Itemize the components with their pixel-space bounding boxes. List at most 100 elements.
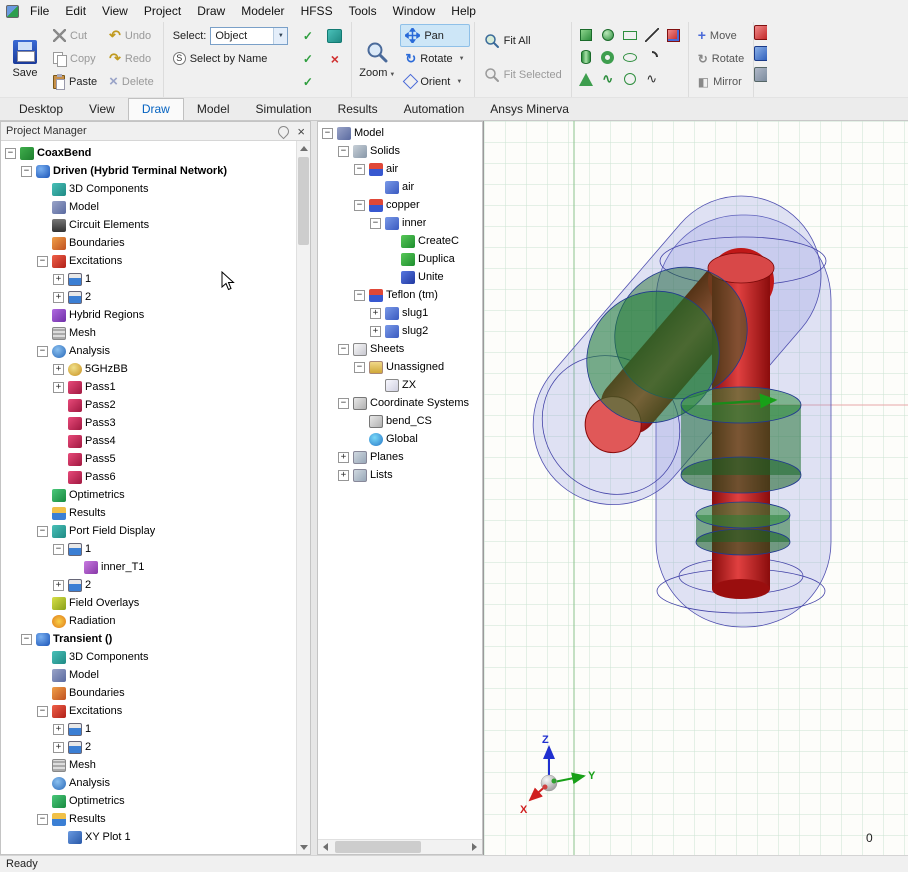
project-tree-item-2[interactable]: +2 [1,576,296,594]
expand-toggle[interactable]: + [53,580,64,591]
draw-torus-button[interactable] [598,46,618,68]
tab-model[interactable]: Model [184,99,243,120]
collapse-toggle[interactable]: − [21,166,32,177]
tab-ansys-minerva[interactable]: Ansys Minerva [477,99,582,120]
project-tree-item-5ghzbb[interactable]: +5GHzBB [1,360,296,378]
expand-toggle[interactable]: + [53,382,64,393]
orient-button[interactable]: Orient [400,70,469,93]
collapse-toggle[interactable]: − [354,164,365,175]
collapse-toggle[interactable]: − [338,344,349,355]
check-button-1[interactable] [295,24,320,47]
scroll-left-arrow[interactable] [318,840,333,855]
teflon-disk[interactable] [696,502,790,555]
project-tree-item-1[interactable]: −1 [1,540,296,558]
project-tree-item-circuit-elements[interactable]: Circuit Elements [1,216,296,234]
check-button-3[interactable] [295,70,320,93]
menu-project[interactable]: Project [136,1,189,21]
project-tree-item-xy-plot-1[interactable]: XY Plot 1 [1,828,296,846]
project-tree-item-pass1[interactable]: +Pass1 [1,378,296,396]
expand-toggle[interactable]: + [370,308,381,319]
draw-line-button[interactable] [642,24,662,46]
model-tree-item-bend-cs[interactable]: bend_CS [318,412,482,430]
project-tree-item-excitations[interactable]: −Excitations [1,702,296,720]
model-tree-item-slug2[interactable]: +slug2 [318,322,482,340]
project-tree-item-driven-hybrid-terminal-network-[interactable]: −Driven (Hybrid Terminal Network) [1,162,296,180]
close-panel-icon[interactable] [297,126,305,137]
model-tree-item-air[interactable]: −air [318,160,482,178]
scroll-up-arrow[interactable] [297,141,310,155]
project-tree-scrollbar[interactable] [296,141,310,854]
menu-draw[interactable]: Draw [189,1,233,21]
draw-cylinder-button[interactable] [576,46,596,68]
model-tree-item-model[interactable]: −Model [318,124,482,142]
fit-selected-button[interactable]: Fit Selected [479,58,567,92]
model-tree-item-teflon-tm-[interactable]: −Teflon (tm) [318,286,482,304]
move-button[interactable]: Move [693,24,749,47]
tab-results[interactable]: Results [325,99,391,120]
project-tree-item-model[interactable]: Model [1,198,296,216]
model-tree-item-unite[interactable]: Unite [318,268,482,286]
project-tree-item-field-overlays[interactable]: Field Overlays [1,594,296,612]
globe-mode-button[interactable] [322,24,347,47]
project-tree-item-coaxbend[interactable]: −CoaxBend [1,144,296,162]
scroll-track[interactable] [333,840,467,854]
collapse-toggle[interactable]: − [21,634,32,645]
tab-view[interactable]: View [76,99,128,120]
viewport-canvas[interactable]: Z Y X 0 [484,121,908,855]
collapse-toggle[interactable]: − [5,148,16,159]
viewport-3d[interactable]: Z Y X 0 [483,121,908,855]
model-tree-item-lists[interactable]: +Lists [318,466,482,484]
redo-button[interactable]: Redo [104,47,159,70]
project-tree-item-results[interactable]: −Results [1,810,296,828]
collapse-toggle[interactable]: − [354,290,365,301]
project-tree-item-optimetrics[interactable]: Optimetrics [1,486,296,504]
tab-desktop[interactable]: Desktop [6,99,76,120]
menu-window[interactable]: Window [385,1,444,21]
project-tree-item-analysis[interactable]: Analysis [1,774,296,792]
toolbar-clipped-buttons[interactable] [754,22,767,97]
model-tree-item-zx[interactable]: ZX [318,376,482,394]
pan-button[interactable]: Pan [400,24,469,47]
fit-all-button[interactable]: Fit All [479,24,567,58]
draw-arc-button[interactable] [642,46,662,68]
expand-toggle[interactable]: + [53,364,64,375]
draw-sphere-button[interactable] [598,24,618,46]
collapse-toggle[interactable]: − [322,128,333,139]
expand-toggle[interactable]: + [370,326,381,337]
menu-hfss[interactable]: HFSS [293,1,341,21]
project-tree-item-pass4[interactable]: Pass4 [1,432,296,450]
mirror-button[interactable]: Mirror [693,70,749,93]
collapse-toggle[interactable]: − [37,256,48,267]
project-tree-item-3d-components[interactable]: 3D Components [1,180,296,198]
project-tree-item-1[interactable]: +1 [1,720,296,738]
project-tree-item-hybrid-regions[interactable]: Hybrid Regions [1,306,296,324]
collapse-toggle[interactable]: − [53,544,64,555]
project-tree-item-radiation[interactable]: Radiation [1,612,296,630]
expand-toggle[interactable]: + [53,742,64,753]
project-tree-item-pass5[interactable]: Pass5 [1,450,296,468]
check-button-2[interactable] [295,47,320,70]
save-button[interactable]: Save [4,24,46,94]
menu-help[interactable]: Help [443,1,484,21]
tab-simulation[interactable]: Simulation [243,99,325,120]
project-tree-item-2[interactable]: +2 [1,738,296,756]
project-tree-item-optimetrics[interactable]: Optimetrics [1,792,296,810]
model-tree-item-inner[interactable]: −inner [318,214,482,232]
model-tree-item-solids[interactable]: −Solids [318,142,482,160]
model-tree-item-slug1[interactable]: +slug1 [318,304,482,322]
collapse-toggle[interactable]: − [370,218,381,229]
collapse-toggle[interactable]: − [338,146,349,157]
project-tree-item-boundaries[interactable]: Boundaries [1,684,296,702]
model-tree-hscrollbar[interactable] [318,839,482,854]
collapse-toggle[interactable]: − [37,814,48,825]
menu-file[interactable]: File [22,1,57,21]
delete-button[interactable]: Delete [104,70,159,93]
project-tree-item-2[interactable]: +2 [1,288,296,306]
collapse-toggle[interactable]: − [338,398,349,409]
menu-modeler[interactable]: Modeler [233,1,292,21]
project-tree-item-boundaries[interactable]: Boundaries [1,234,296,252]
zoom-button[interactable]: Zoom [356,24,398,94]
expand-toggle[interactable]: + [53,724,64,735]
model-tree-item-duplica[interactable]: Duplica [318,250,482,268]
collapse-toggle[interactable]: − [354,362,365,373]
